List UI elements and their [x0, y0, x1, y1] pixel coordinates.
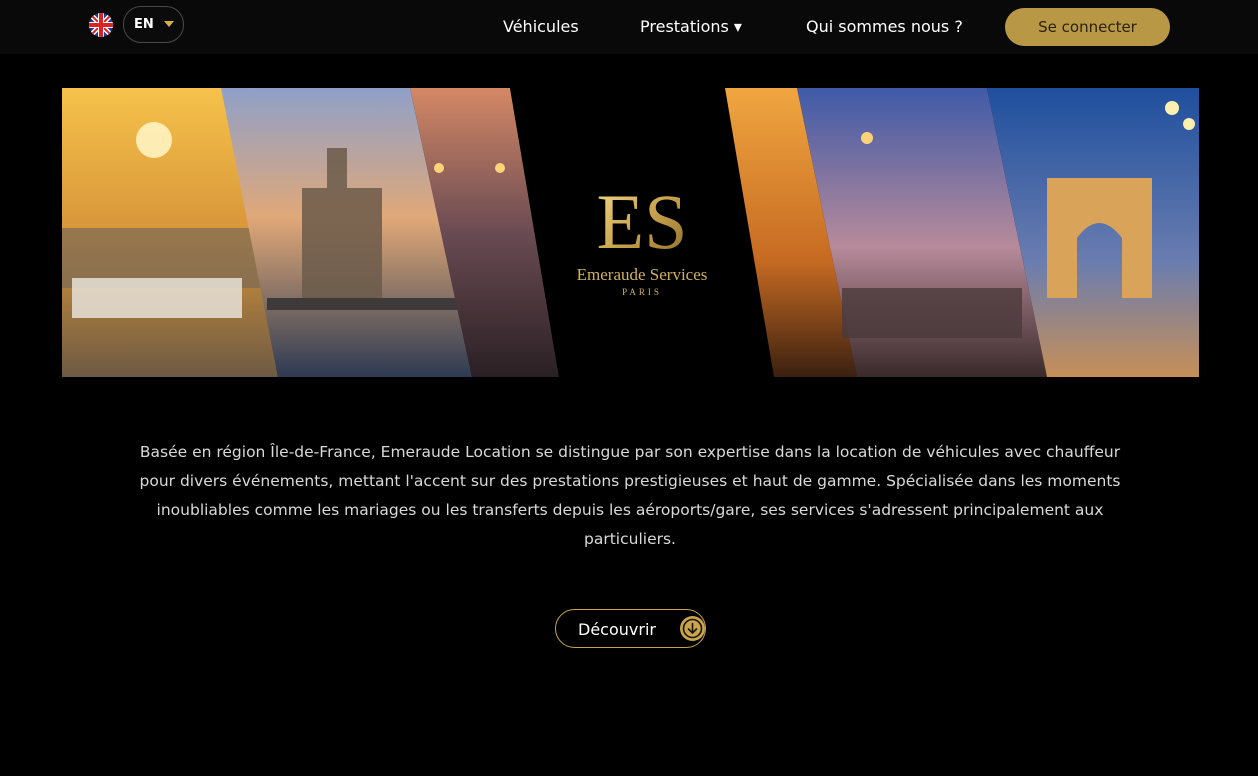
login-button[interactable]: Se connecter [1005, 8, 1170, 46]
language-label: EN [134, 17, 154, 32]
uk-flag-icon[interactable] [89, 13, 113, 37]
brand-monogram: ES [596, 178, 687, 265]
language-selector[interactable]: EN [123, 6, 184, 43]
intro-paragraph: Basée en région Île-de-France, Emeraude … [139, 443, 1121, 548]
brand-city: PARIS [622, 287, 662, 297]
top-navbar: EN Véhicules Prestations ▾ Qui sommes no… [0, 0, 1258, 54]
arrow-down-circle-icon [680, 616, 705, 641]
login-button-label: Se connecter [1038, 18, 1137, 36]
brand-name: Emeraude Services [577, 265, 708, 284]
hero-banner: ES Emeraude Services PARIS [62, 88, 1199, 377]
banner-collage: ES Emeraude Services PARIS [62, 88, 1199, 377]
discover-button[interactable]: Découvrir [555, 609, 706, 648]
nav-link-prestations[interactable]: Prestations ▾ [640, 17, 742, 36]
nav-link-vehicules[interactable]: Véhicules [503, 17, 579, 36]
discover-button-label: Découvrir [578, 620, 656, 639]
nav-link-qui-sommes-nous[interactable]: Qui sommes nous ? [806, 17, 963, 36]
caret-down-icon [164, 21, 174, 27]
